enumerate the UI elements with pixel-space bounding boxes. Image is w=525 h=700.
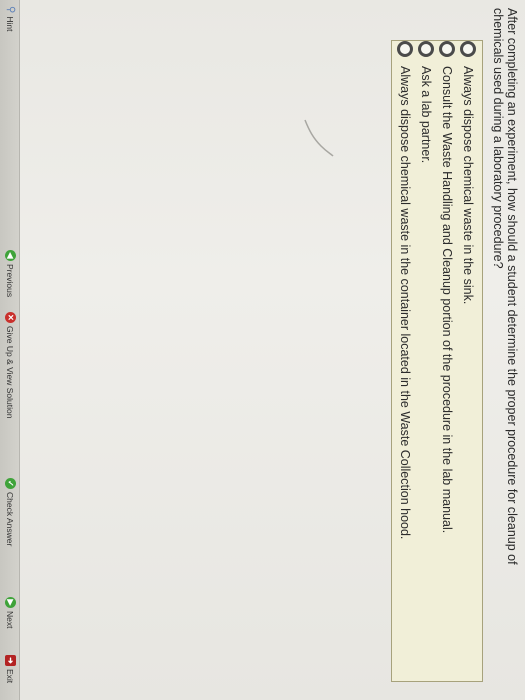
check-answer-button[interactable]: ✓ Check Answer xyxy=(5,478,16,546)
next-label: Next xyxy=(5,611,16,629)
choice-2[interactable]: Consult the Waste Handling and Cleanup p… xyxy=(439,41,455,533)
pen-stroke-mark xyxy=(304,119,334,157)
choice-label: Always dispose chemical waste in the sin… xyxy=(461,66,475,305)
radio-button[interactable] xyxy=(418,41,434,57)
arrow-right-icon: ▶ xyxy=(5,597,16,608)
close-icon: ✕ xyxy=(5,312,16,323)
previous-label: Previous xyxy=(5,264,16,298)
choice-4[interactable]: Always dispose chemical waste in the con… xyxy=(397,41,413,539)
check-answer-label: Check Answer xyxy=(5,492,16,547)
exit-button[interactable]: ➜ Exit xyxy=(5,655,16,683)
choice-3[interactable]: Ask a lab partner. xyxy=(418,41,434,163)
question-line-1: After completing an experiment, how shou… xyxy=(505,8,519,565)
radio-button[interactable] xyxy=(460,41,476,57)
answer-choices: Always dispose chemical waste in the sin… xyxy=(391,40,483,682)
give-up-button[interactable]: ✕ Give Up & View Solution xyxy=(5,312,16,418)
exit-icon: ➜ xyxy=(5,655,16,666)
checkmark-icon: ✓ xyxy=(5,478,16,489)
lightbulb-icon: ⚲ xyxy=(5,6,16,14)
arrow-left-icon: ◀ xyxy=(5,250,16,261)
choice-1[interactable]: Always dispose chemical waste in the sin… xyxy=(460,41,476,304)
hint-button[interactable]: ⚲ Hint xyxy=(5,6,16,31)
question-line-2: chemicals used during a laboratory proce… xyxy=(491,8,505,269)
radio-button[interactable] xyxy=(439,41,455,57)
choice-label: Ask a lab partner. xyxy=(419,66,433,164)
give-up-label: Give Up & View Solution xyxy=(5,326,16,419)
choice-label: Always dispose chemical waste in the con… xyxy=(398,66,412,540)
exit-label: Exit xyxy=(5,669,16,684)
hint-label: Hint xyxy=(5,16,16,32)
question-text: After completing an experiment, how shou… xyxy=(491,8,519,688)
screen: After completing an experiment, how shou… xyxy=(0,0,525,700)
bottom-toolbar: ⚲ Hint ◀ Previous ✕ Give Up & View Solut… xyxy=(0,0,20,700)
next-button[interactable]: ▶ Next xyxy=(5,597,16,628)
choice-label: Consult the Waste Handling and Cleanup p… xyxy=(440,66,454,534)
radio-button[interactable] xyxy=(397,41,413,57)
previous-button[interactable]: ◀ Previous xyxy=(5,250,16,297)
